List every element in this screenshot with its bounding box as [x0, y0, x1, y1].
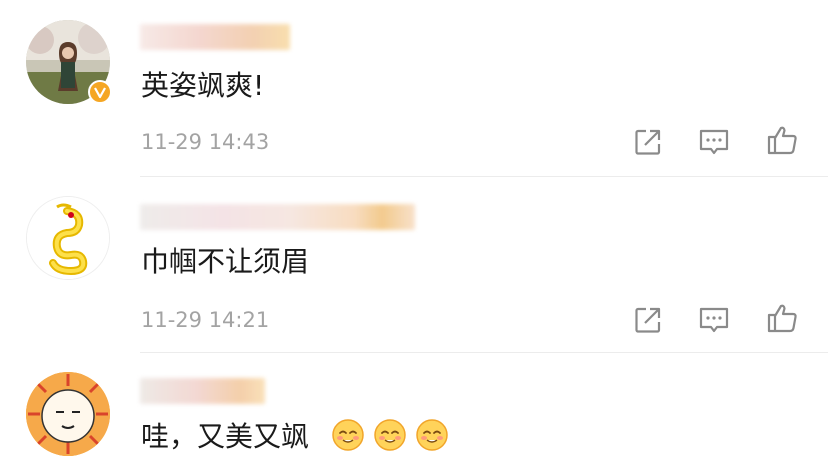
verified-badge-icon — [88, 80, 112, 104]
blush-emoji-icon — [332, 419, 364, 451]
like-icon[interactable] — [766, 124, 798, 156]
comment-timestamp: 11-29 14:43 — [141, 130, 270, 154]
username-blurred[interactable] — [140, 378, 265, 404]
like-icon[interactable] — [766, 302, 798, 334]
comment-icon[interactable] — [698, 304, 730, 336]
username-blurred[interactable] — [140, 24, 290, 50]
comment-text: 哇，又美又飒 — [141, 418, 449, 453]
comment-text-body: 哇，又美又飒 — [141, 420, 310, 453]
user-avatar[interactable] — [26, 196, 110, 280]
blush-emoji-icon — [374, 419, 406, 451]
comment-icon[interactable] — [698, 126, 730, 158]
comment-item: 巾帼不让须眉 11-29 14:21 — [0, 176, 828, 352]
user-avatar[interactable] — [26, 372, 110, 456]
comment-text: 巾帼不让须眉 — [141, 245, 310, 278]
comment-item: 哇，又美又飒 — [0, 352, 828, 456]
comment-item: 英姿飒爽! 11-29 14:43 — [0, 0, 828, 176]
share-icon[interactable] — [632, 304, 664, 336]
blush-emoji-icon — [416, 419, 448, 451]
share-icon[interactable] — [632, 126, 664, 158]
comment-timestamp: 11-29 14:21 — [141, 308, 270, 332]
username-blurred[interactable] — [140, 204, 415, 230]
comment-text: 英姿飒爽! — [141, 69, 265, 102]
